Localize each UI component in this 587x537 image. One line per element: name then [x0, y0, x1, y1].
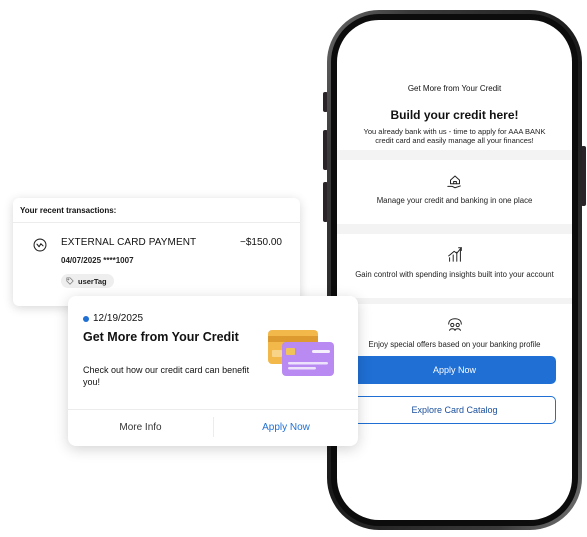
credit-cards-illustration-icon [268, 330, 334, 376]
more-info-button[interactable]: More Info [68, 409, 213, 446]
feature-text: Enjoy special offers based on your banki… [368, 340, 541, 349]
promo-date-text: 12/19/2025 [93, 313, 144, 324]
feature-spending-insights: Gain control with spending insights buil… [337, 234, 572, 298]
hand-house-icon [446, 175, 461, 189]
promo-date: 12/19/2025 [83, 313, 143, 324]
unread-dot-icon [83, 315, 89, 322]
payment-wave-icon [33, 238, 47, 252]
transaction-title[interactable]: EXTERNAL CARD PAYMENT [61, 237, 196, 248]
apply-now-button[interactable]: Apply Now [353, 356, 556, 384]
promo-title: Get More from Your Credit [83, 330, 239, 344]
promo-apply-now-button[interactable]: Apply Now [214, 409, 358, 446]
transactions-divider [13, 222, 300, 223]
phone-screen: Get More from Your Credit Build your cre… [337, 20, 572, 520]
promo-body: Check out how our credit card can benefi… [83, 365, 250, 387]
recent-transactions-card: Your recent transactions: EXTERNAL CARD … [13, 198, 300, 306]
promo-notification-card: 12/19/2025 Get More from Your Credit Che… [68, 296, 358, 446]
tag-label: userTag [78, 276, 107, 286]
people-offer-icon [447, 318, 462, 331]
feature-text: Manage your credit and banking in one pl… [376, 196, 533, 205]
growth-chart-icon [447, 247, 462, 262]
transaction-tag[interactable]: userTag [61, 274, 114, 288]
screen-eyebrow: Get More from Your Credit [407, 84, 502, 93]
phone-frame: Get More from Your Credit Build your cre… [327, 10, 582, 530]
transactions-header: Your recent transactions: [20, 206, 117, 215]
screen-title: Build your credit here! [390, 108, 519, 122]
stage: Get More from Your Credit Build your cre… [0, 0, 587, 537]
feature-divider [337, 224, 572, 234]
tag-icon [66, 277, 74, 285]
feature-text: Gain control with spending insights buil… [355, 270, 554, 279]
transaction-meta: 04/07/2025 ****1007 [61, 256, 134, 265]
screen-description: You already bank with us - time to apply… [363, 127, 546, 145]
feature-divider [337, 150, 572, 160]
phone-bezel: Get More from Your Credit Build your cre… [331, 14, 578, 526]
explore-card-catalog-button[interactable]: Explore Card Catalog [353, 396, 556, 424]
transaction-amount: −$150.00 [240, 237, 282, 248]
feature-manage-credit: Manage your credit and banking in one pl… [337, 160, 572, 224]
